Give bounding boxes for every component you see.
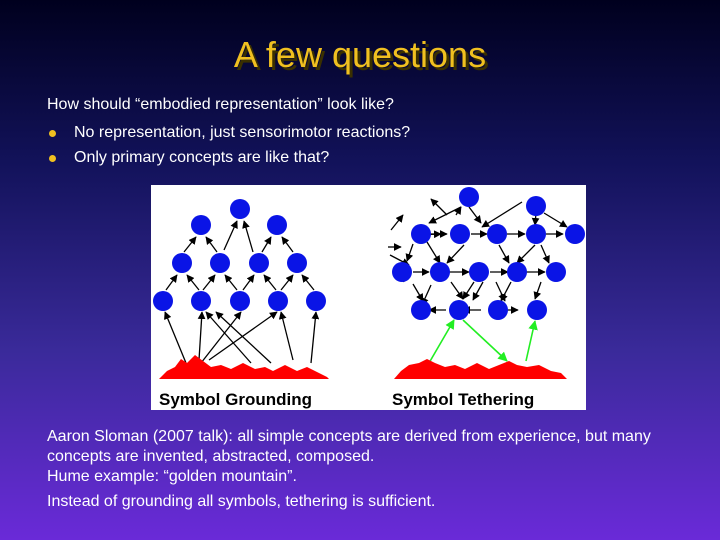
- sloman-paragraph: Aaron Sloman (2007 talk): all simple con…: [47, 428, 651, 465]
- tethering-arrows: [388, 198, 568, 314]
- grounding-nodes: [153, 199, 326, 311]
- tethering-conclusion: Instead of grounding all symbols, tether…: [47, 493, 436, 510]
- figure-diagram: Symbol Grounding Symbol Tethering: [153, 187, 585, 409]
- intro-question: How should “embodied representation” loo…: [47, 96, 394, 113]
- bullet-item: Only primary concepts are like that?: [47, 149, 410, 174]
- bullet-item: No representation, just sensorimotor rea…: [47, 124, 410, 149]
- grounding-vs-tethering-figure: Symbol Grounding Symbol Tethering: [151, 185, 586, 410]
- symbol-tethering-label: Symbol Tethering: [392, 390, 534, 409]
- hume-paragraph: Hume example: “golden mountain”.: [47, 468, 297, 485]
- bullet-dot-icon: [49, 130, 56, 137]
- tether-arrows: [428, 319, 538, 364]
- bullet-dot-icon: [49, 155, 56, 162]
- body-text: Aaron Sloman (2007 talk): all simple con…: [47, 427, 707, 512]
- symbol-grounding-label: Symbol Grounding: [159, 390, 312, 409]
- bullet-list: No representation, just sensorimotor rea…: [47, 124, 410, 174]
- tethering-nodes: [392, 187, 585, 320]
- bullet-text: No representation, just sensorimotor rea…: [74, 124, 411, 141]
- bullet-text: Only primary concepts are like that?: [74, 149, 330, 166]
- tethering-terrain: [394, 359, 567, 379]
- slide-title: A few questions: [233, 34, 487, 75]
